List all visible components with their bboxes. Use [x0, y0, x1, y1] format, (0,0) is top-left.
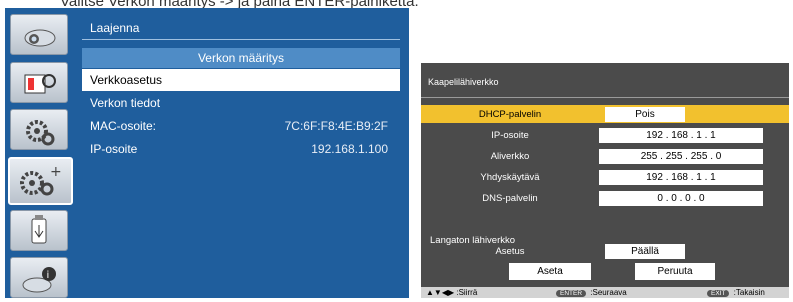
menu-item-label: MAC-osoite:	[90, 119, 157, 133]
dns-row: DNS-palvelin 0 . 0 . 0 . 0	[421, 189, 789, 207]
arrow-keys-icon: ▲▼◀▶	[426, 288, 455, 297]
dhcp-label: DHCP-palvelin	[478, 109, 542, 120]
svg-text:i: i	[47, 270, 50, 281]
menu-item-verkkoasetus[interactable]: Verkkoasetus	[82, 69, 400, 91]
network-settings-icon[interactable]: +	[8, 157, 73, 205]
wireless-setting-value[interactable]: Päällä	[605, 244, 685, 259]
dialog-header: Kaapelilähiverkko	[421, 63, 789, 98]
ip-address-label: IP-osoite	[491, 130, 529, 141]
menu-item-label: Verkkoasetus	[90, 73, 163, 87]
menu-item-label: IP-osoite	[90, 142, 138, 156]
cancel-button[interactable]: Peruuta	[635, 263, 715, 280]
gateway-field[interactable]: 192 . 168 . 1 . 1	[599, 170, 763, 185]
enter-label: Seuraava	[592, 288, 627, 297]
ip-address-field[interactable]: 192 . 168 . 1 . 1	[599, 128, 763, 143]
subnet-label: Aliverkko	[490, 151, 530, 162]
dns-field[interactable]: 0 . 0 . 0 . 0	[599, 191, 763, 206]
gateway-row: Yhdyskäytävä 192 . 168 . 1 . 1	[421, 168, 789, 186]
page-title: Verkon määritys	[82, 48, 400, 68]
menu-breadcrumb: Laajenna	[82, 18, 400, 40]
svg-text:+: +	[50, 164, 62, 180]
menu-item-ip-address: IP-osoite 192.168.1.100	[82, 138, 400, 160]
exit-label: Takaisin	[735, 288, 765, 297]
move-hint: ▲▼◀▶ :Siirrä	[426, 288, 478, 297]
mac-address-value: 7C:6F:F8:4E:B9:2F	[284, 119, 388, 133]
breadcrumb-text: Laajenna	[90, 21, 140, 35]
subnet-field[interactable]: 255 . 255 . 255 . 0	[599, 149, 763, 164]
subnet-row: Aliverkko 255 . 255 . 255 . 0	[421, 147, 789, 165]
settings-menu-panel: + i Laajenna Verkon määritys Verkkoasetu…	[5, 8, 409, 298]
exit-key-icon: EXIT	[707, 290, 730, 297]
apply-button[interactable]: Aseta	[509, 263, 591, 280]
wireless-setting-label: Asetus	[495, 246, 525, 257]
move-label: Siirrä	[458, 288, 478, 297]
gears-icon[interactable]	[10, 109, 68, 150]
info-icon[interactable]: i	[10, 257, 68, 298]
ip-address-row: IP-osoite 192 . 168 . 1 . 1	[421, 126, 789, 144]
enter-hint: ENTER :Seuraava	[556, 288, 627, 297]
menu-sidebar: + i	[5, 8, 75, 298]
usb-icon[interactable]	[10, 210, 68, 251]
menu-item-mac-address: MAC-osoite: 7C:6F:F8:4E:B9:2F	[82, 115, 400, 137]
wired-lan-dialog: Kaapelilähiverkko DHCP-palvelin Pois IP-…	[421, 63, 789, 298]
picture-settings-icon[interactable]	[10, 62, 68, 103]
wireless-setting-row: Asetus Päällä	[421, 242, 789, 260]
enter-key-icon: ENTER	[556, 290, 587, 297]
key-help-footer: ▲▼◀▶ :Siirrä ENTER :Seuraava EXIT :Takai…	[421, 287, 789, 298]
dns-label: DNS-palvelin	[482, 193, 538, 204]
gateway-label: Yhdyskäytävä	[480, 172, 540, 183]
dhcp-row[interactable]: DHCP-palvelin Pois	[421, 105, 789, 123]
ip-address-value: 192.168.1.100	[311, 142, 388, 156]
dhcp-value[interactable]: Pois	[605, 107, 685, 122]
display-icon[interactable]	[10, 14, 68, 55]
menu-item-verkon-tiedot[interactable]: Verkon tiedot	[82, 92, 400, 114]
exit-hint: EXIT :Takaisin	[707, 288, 765, 297]
menu-item-label: Verkon tiedot	[90, 96, 161, 110]
dialog-title: Kaapelilähiverkko	[428, 77, 499, 87]
